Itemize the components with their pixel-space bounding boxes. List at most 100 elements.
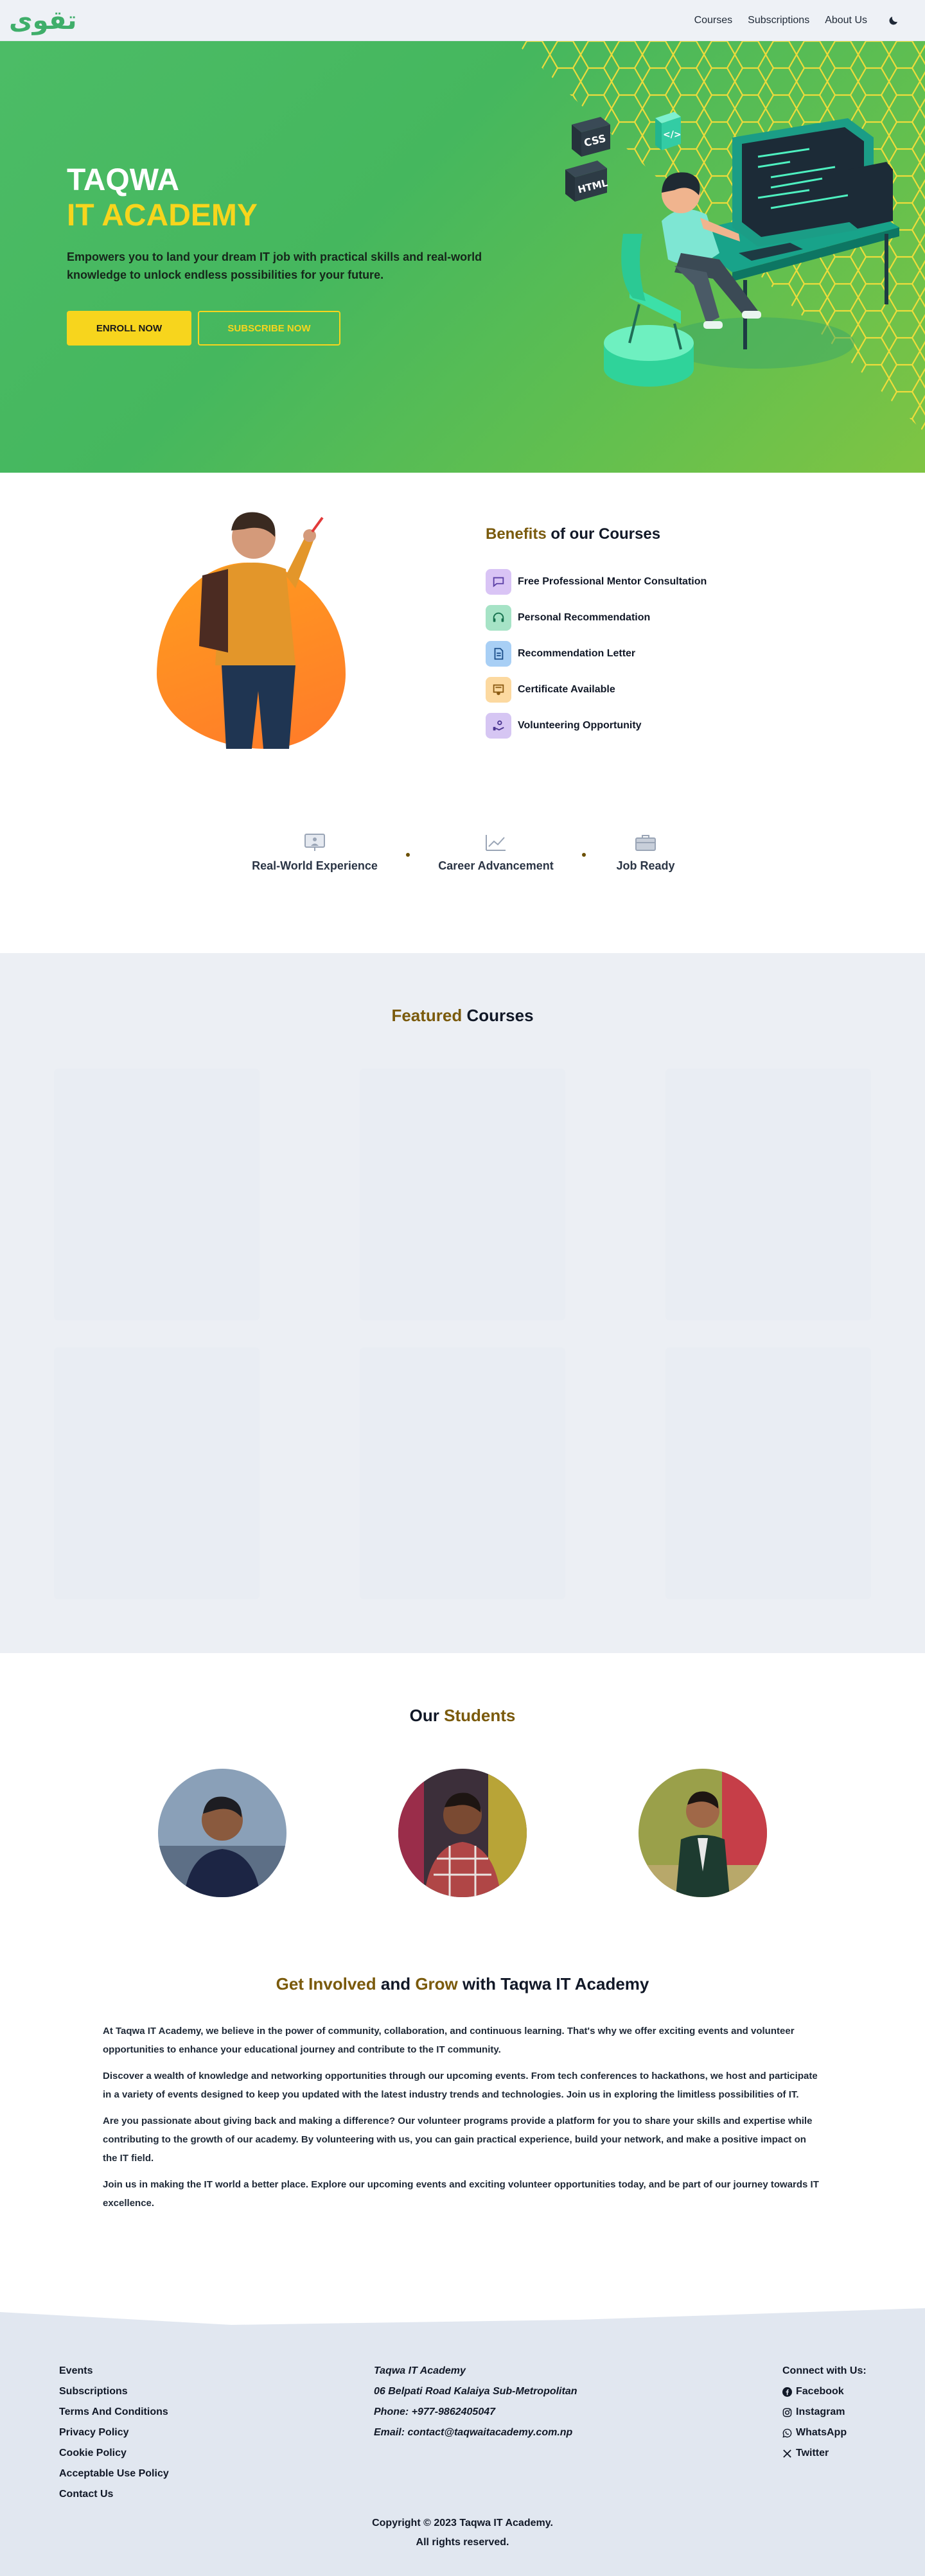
benefits-title: Benefits of our Courses bbox=[486, 525, 660, 543]
student-avatar bbox=[158, 1769, 286, 1897]
code-label: </> bbox=[663, 130, 682, 140]
moon-icon[interactable] bbox=[888, 15, 899, 26]
site-footer: Events Subscriptions Terms And Condition… bbox=[0, 2308, 925, 2576]
footer-org-name: Taqwa IT Academy bbox=[374, 2365, 466, 2376]
course-card-placeholder[interactable] bbox=[665, 1069, 871, 1320]
copyright: Copyright © 2023 Taqwa IT Academy. All r… bbox=[0, 2514, 925, 2552]
hero-buttons: ENROLL NOW SUBSCRIBE NOW bbox=[67, 311, 504, 346]
facebook-icon bbox=[782, 2387, 792, 2397]
social-label: WhatsApp bbox=[796, 2427, 847, 2438]
chat-icon bbox=[486, 569, 511, 595]
benefits-list: Free Professional Mentor Consultation Pe… bbox=[486, 564, 707, 744]
instagram-icon bbox=[782, 2408, 792, 2417]
students-title-plain: Our bbox=[409, 1706, 445, 1725]
separator-dot bbox=[406, 853, 410, 857]
whatsapp-icon bbox=[782, 2428, 792, 2438]
hero-section: TAQWA IT ACADEMY Empowers you to land yo… bbox=[0, 41, 925, 473]
hero-text: TAQWA IT ACADEMY Empowers you to land yo… bbox=[67, 163, 504, 346]
feature-label: Real-World Experience bbox=[252, 859, 378, 872]
enroll-now-button[interactable]: ENROLL NOW bbox=[67, 311, 191, 346]
hero-illustration: CSS HTML </> bbox=[514, 41, 925, 433]
benefits-title-rest: of our Courses bbox=[546, 525, 661, 543]
rights-line: All rights reserved. bbox=[416, 2537, 509, 2548]
hero-title-line1: TAQWA bbox=[67, 163, 180, 197]
copyright-line: Copyright © 2023 Taqwa IT Academy. bbox=[372, 2518, 553, 2528]
title-and: and bbox=[376, 1974, 416, 1993]
benefit-label: Certificate Available bbox=[518, 684, 615, 695]
benefit-label: Volunteering Opportunity bbox=[518, 720, 642, 731]
course-card-placeholder[interactable] bbox=[54, 1347, 260, 1599]
subscribe-now-button[interactable]: SUBSCRIBE NOW bbox=[198, 311, 340, 346]
get-involved-section: Get Involved and Grow with Taqwa IT Acad… bbox=[0, 1955, 925, 2308]
featured-title-rest: Courses bbox=[462, 1006, 534, 1025]
volunteer-icon bbox=[486, 713, 511, 739]
social-label: Facebook bbox=[796, 2386, 844, 2397]
get-involved-body: At Taqwa IT Academy, we believe in the p… bbox=[103, 2022, 822, 2220]
paragraph: Discover a wealth of knowledge and netwo… bbox=[103, 2071, 818, 2100]
benefit-label: Personal Recommendation bbox=[518, 612, 651, 623]
get-involved-title: Get Involved and Grow with Taqwa IT Acad… bbox=[0, 1974, 925, 1994]
social-instagram[interactable]: Instagram bbox=[782, 2402, 867, 2423]
connect-title: Connect with Us: bbox=[782, 2365, 867, 2376]
document-icon bbox=[486, 641, 511, 667]
footer-link-acceptable-use[interactable]: Acceptable Use Policy bbox=[59, 2464, 169, 2484]
benefits-title-accent: Benefits bbox=[486, 525, 547, 543]
hero-description: Empowers you to land your dream IT job w… bbox=[67, 250, 482, 281]
paragraph: Join us in making the IT world a better … bbox=[103, 2179, 819, 2209]
headset-icon bbox=[486, 605, 511, 631]
social-label: Twitter bbox=[796, 2448, 829, 2458]
trending-up-icon bbox=[486, 835, 506, 851]
course-card-placeholder[interactable] bbox=[665, 1347, 871, 1599]
nav-link-subscriptions[interactable]: Subscriptions bbox=[748, 15, 809, 26]
social-twitter[interactable]: Twitter bbox=[782, 2443, 867, 2464]
nav-link-about-us[interactable]: About Us bbox=[825, 15, 867, 26]
site-logo[interactable]: تقوى bbox=[9, 6, 78, 35]
features-strip: Real-World Experience Career Advancement… bbox=[0, 749, 925, 953]
students-title: Our Students bbox=[0, 1706, 925, 1726]
footer-address: 06 Belpati Road Kalaiya Sub-Metropolitan bbox=[374, 2386, 577, 2397]
briefcase-icon bbox=[635, 835, 656, 851]
footer-link-events[interactable]: Events bbox=[59, 2361, 169, 2381]
social-facebook[interactable]: Facebook bbox=[782, 2381, 867, 2402]
footer-link-subscriptions[interactable]: Subscriptions bbox=[59, 2381, 169, 2402]
course-card-placeholder[interactable] bbox=[54, 1069, 260, 1320]
course-card-placeholder[interactable] bbox=[360, 1347, 565, 1599]
certificate-icon bbox=[486, 677, 511, 703]
title-rest: with Taqwa IT Academy bbox=[457, 1974, 649, 1993]
nav-links: Courses Subscriptions About Us bbox=[694, 15, 899, 26]
benefits-section: Benefits of our Courses Free Professiona… bbox=[0, 473, 925, 749]
featured-courses-title: Featured Courses bbox=[0, 1006, 925, 1026]
students-title-accent: Students bbox=[444, 1706, 516, 1725]
footer-email: Email: contact@taqwaitacademy.com.np bbox=[374, 2427, 573, 2438]
benefit-item: Recommendation Letter bbox=[486, 636, 707, 672]
student-avatar bbox=[398, 1769, 527, 1897]
title-grow: Grow bbox=[415, 1974, 458, 1993]
featured-courses-section: Featured Courses bbox=[0, 953, 925, 1653]
hero-title-line2: IT ACADEMY bbox=[67, 198, 258, 232]
benefit-item: Free Professional Mentor Consultation bbox=[486, 564, 707, 600]
benefit-item: Volunteering Opportunity bbox=[486, 708, 707, 744]
footer-link-cookie[interactable]: Cookie Policy bbox=[59, 2443, 169, 2464]
presentation-icon bbox=[304, 834, 325, 851]
footer-contact: Taqwa IT Academy 06 Belpati Road Kalaiya… bbox=[374, 2361, 577, 2443]
course-card-placeholder[interactable] bbox=[360, 1069, 565, 1320]
social-label: Instagram bbox=[796, 2406, 845, 2417]
footer-social: Connect with Us: Facebook Instagram What… bbox=[782, 2361, 867, 2464]
social-whatsapp[interactable]: WhatsApp bbox=[782, 2423, 867, 2443]
benefit-item: Certificate Available bbox=[486, 672, 707, 708]
benefit-item: Personal Recommendation bbox=[486, 600, 707, 636]
student-photo bbox=[199, 512, 324, 749]
feature-career: Career Advancement bbox=[432, 832, 560, 873]
footer-link-contact[interactable]: Contact Us bbox=[59, 2484, 169, 2505]
footer-link-terms[interactable]: Terms And Conditions bbox=[59, 2402, 169, 2423]
students-section: Our Students bbox=[0, 1653, 925, 1955]
student-avatar bbox=[639, 1769, 767, 1897]
benefit-label: Recommendation Letter bbox=[518, 648, 636, 659]
footer-link-privacy[interactable]: Privacy Policy bbox=[59, 2423, 169, 2443]
paragraph: At Taqwa IT Academy, we believe in the p… bbox=[103, 2026, 795, 2055]
feature-job-ready: Job Ready bbox=[597, 832, 694, 873]
featured-title-accent: Featured bbox=[391, 1006, 463, 1025]
title-get-involved: Get Involved bbox=[276, 1974, 376, 1993]
nav-link-courses[interactable]: Courses bbox=[694, 15, 733, 26]
x-twitter-icon bbox=[783, 2449, 791, 2458]
